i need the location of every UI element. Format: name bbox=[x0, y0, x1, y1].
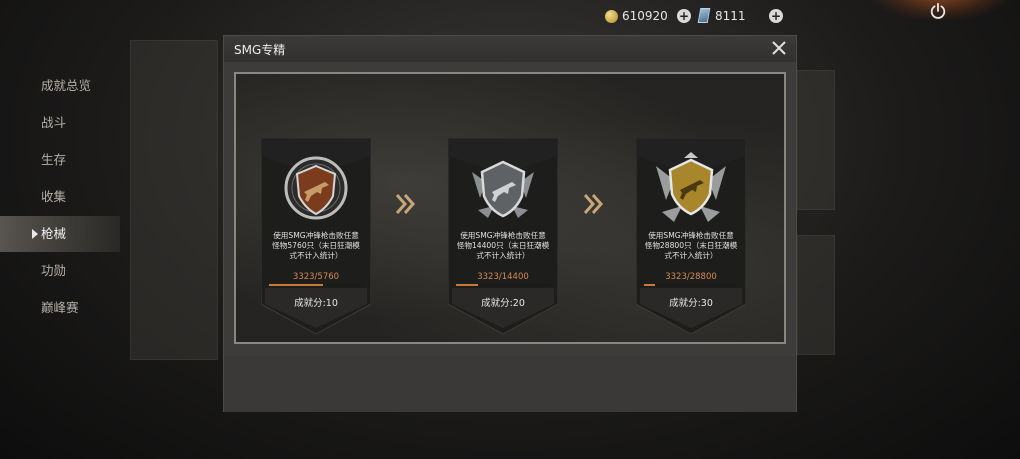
badge-card-bronze: 使用SMG冲锋枪击败任意 怪物5760只（末日狂潮模 式不计入统计） 3323/… bbox=[261, 138, 371, 334]
achievement-modal: SMG专精 使用SMG冲锋枪击败任意 怪物5760只（末日狂潮模 式不计入统计）… bbox=[223, 35, 797, 412]
add-coins-button[interactable]: + bbox=[677, 9, 691, 23]
sidebar-item-label: 收集 bbox=[41, 189, 67, 204]
background-panel bbox=[130, 40, 218, 360]
sidebar-item-peak-match[interactable]: 巅峰赛 bbox=[0, 290, 120, 326]
progress-bar bbox=[456, 284, 550, 286]
sidebar-item-label: 生存 bbox=[41, 152, 67, 167]
progress-text: 3323/5760 bbox=[292, 272, 340, 282]
badge-description-line: 使用SMG冲锋枪击败任意 bbox=[648, 231, 734, 240]
chevron-right-icon bbox=[395, 194, 416, 214]
progress-fill bbox=[456, 284, 478, 286]
progress-text: 3323/28800 bbox=[665, 272, 717, 282]
sidebar-item-combat[interactable]: 战斗 bbox=[0, 105, 120, 141]
achievement-score: 成就分:30 bbox=[669, 298, 713, 309]
sidebar-item-collection[interactable]: 收集 bbox=[0, 179, 120, 215]
card-icon bbox=[697, 8, 711, 23]
badge-description-line: 式不计入统计） bbox=[476, 251, 530, 260]
badge-description: 使用SMG冲锋枪击败任意 怪物5760只（末日狂潮模 式不计入统计） bbox=[267, 231, 365, 261]
coin-balance: 610920 bbox=[622, 9, 668, 23]
progress-bar bbox=[644, 284, 738, 286]
badge-description-line: 式不计入统计） bbox=[289, 251, 343, 260]
sidebar-item-label: 功勋 bbox=[41, 263, 67, 278]
progress-fill bbox=[644, 284, 655, 286]
progress-bar bbox=[269, 284, 363, 286]
achievement-score: 成就分:20 bbox=[481, 298, 525, 309]
badge-description: 使用SMG冲锋枪击败任意 怪物28800只（末日狂潮模 式不计入统计） bbox=[642, 231, 740, 261]
badge-description-line: 使用SMG冲锋枪击败任意 bbox=[460, 231, 546, 240]
card-balance: 8111 bbox=[715, 9, 746, 23]
smg-emblem-icon bbox=[656, 152, 726, 222]
badge-description-line: 怪物28800只（末日狂潮模 bbox=[644, 241, 738, 250]
smg-emblem-icon bbox=[284, 156, 348, 220]
coin-icon bbox=[605, 10, 618, 23]
power-icon[interactable] bbox=[929, 2, 947, 20]
badge-card-gold: 使用SMG冲锋枪击败任意 怪物28800只（末日狂潮模 式不计入统计） 3323… bbox=[636, 138, 746, 334]
add-cards-button[interactable]: + bbox=[769, 9, 783, 23]
sidebar-item-label: 枪械 bbox=[41, 226, 67, 241]
badge-description-line: 怪物5760只（末日狂潮模 bbox=[272, 241, 360, 250]
background-panel bbox=[797, 235, 835, 355]
sidebar-item-overview[interactable]: 成就总览 bbox=[0, 68, 120, 104]
top-bar: 610920 + 8111 + bbox=[0, 0, 1020, 34]
progress-text: 3323/14400 bbox=[477, 272, 529, 282]
achievement-score: 成就分:10 bbox=[294, 298, 338, 309]
sidebar-item-merit[interactable]: 功勋 bbox=[0, 253, 120, 289]
close-icon[interactable] bbox=[770, 39, 788, 57]
chevron-right-icon bbox=[583, 194, 604, 214]
progress-fill bbox=[269, 284, 324, 286]
active-arrow-icon bbox=[32, 229, 38, 239]
sidebar-item-weapons[interactable]: 枪械 bbox=[0, 216, 120, 252]
smg-emblem-icon bbox=[472, 160, 534, 218]
badge-description-line: 使用SMG冲锋枪击败任意 bbox=[273, 231, 359, 240]
badge-panel: 使用SMG冲锋枪击败任意 怪物5760只（末日狂潮模 式不计入统计） 3323/… bbox=[234, 72, 786, 344]
sidebar-item-label: 战斗 bbox=[41, 115, 67, 130]
background-panel bbox=[797, 70, 835, 210]
badge-description-line: 式不计入统计） bbox=[664, 251, 718, 260]
modal-header: SMG专精 bbox=[224, 36, 796, 62]
badge-card-silver: 使用SMG冲锋枪击败任意 怪物14400只（末日狂潮模 式不计入统计） 3323… bbox=[448, 138, 558, 334]
sidebar-item-label: 巅峰赛 bbox=[41, 300, 79, 315]
badge-description-line: 怪物14400只（末日狂潮模 bbox=[456, 241, 550, 250]
sidebar-item-label: 成就总览 bbox=[41, 78, 92, 93]
modal-title: SMG专精 bbox=[234, 43, 286, 57]
modal-footer bbox=[224, 356, 796, 412]
sidebar-item-survival[interactable]: 生存 bbox=[0, 142, 120, 178]
badge-description: 使用SMG冲锋枪击败任意 怪物14400只（末日狂潮模 式不计入统计） bbox=[454, 231, 552, 261]
